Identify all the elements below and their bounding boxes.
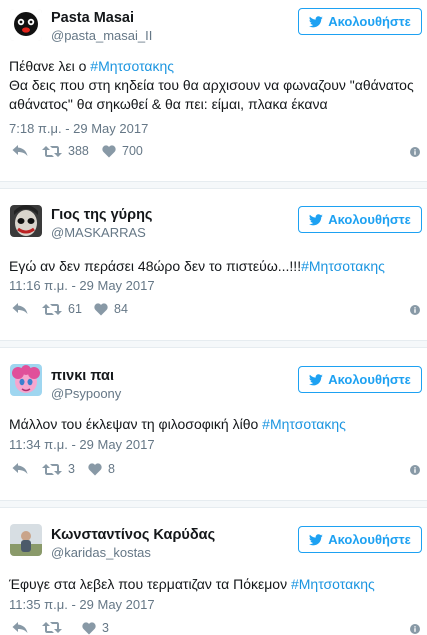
follow-label: Ακολουθήστε xyxy=(328,14,411,29)
author-name[interactable]: Κωνσταντίνος Καρύδας xyxy=(51,527,215,543)
tweet-actions: 388 700 xyxy=(12,144,420,160)
reply-action[interactable] xyxy=(12,462,28,475)
retweet-icon xyxy=(42,303,62,315)
retweet-action[interactable]: 3 xyxy=(42,462,75,476)
tweet-feed: Pasta Masai @pasta_masai_II Ακολουθήστε … xyxy=(0,0,427,635)
info-icon xyxy=(410,465,420,475)
more-info[interactable] xyxy=(410,144,420,162)
tweet-separator xyxy=(0,500,427,508)
follow-button[interactable]: Ακολουθήστε xyxy=(298,206,422,233)
retweet-action[interactable]: 61 xyxy=(42,302,82,316)
tweet-text: Πέθανε λει ο #Μητσοτακης Θα δεις που στη… xyxy=(9,57,421,114)
reply-action[interactable] xyxy=(12,621,28,634)
follow-label: Ακολουθήστε xyxy=(328,532,411,547)
hashtag-link[interactable]: #Μητσοτακης xyxy=(90,58,174,74)
reply-icon xyxy=(12,303,28,314)
twitter-bird-icon xyxy=(309,373,323,385)
like-count: 700 xyxy=(122,144,143,158)
heart-icon xyxy=(88,462,102,475)
tweet-text: Έφυγε στα λεβελ που τερματιζαν τα Πόκεμο… xyxy=(9,575,421,594)
tweet-timestamp[interactable]: 11:34 π.μ. - 29 May 2017 xyxy=(9,437,155,452)
tweet-text-part: Πέθανε λει ο xyxy=(9,58,91,74)
like-count: 3 xyxy=(102,621,109,635)
tweet-text-part: Εγώ αν δεν περάσει 48ώρο δεν το πιστεύω.… xyxy=(9,258,302,274)
author-name[interactable]: Pasta Masai xyxy=(51,10,134,26)
follow-button[interactable]: Ακολουθήστε xyxy=(298,8,422,35)
like-count: 8 xyxy=(108,462,115,476)
reply-action[interactable] xyxy=(12,144,28,157)
twitter-bird-icon xyxy=(309,213,323,225)
twitter-bird-icon xyxy=(309,15,323,27)
like-action[interactable]: 700 xyxy=(102,144,143,158)
joker-avatar-icon xyxy=(10,205,42,237)
tweet-text: Εγώ αν δεν περάσει 48ώρο δεν το πιστεύω.… xyxy=(9,257,421,276)
retweet-icon xyxy=(42,145,62,157)
retweet-action[interactable] xyxy=(42,621,68,634)
tweet-separator xyxy=(0,340,427,348)
follow-label: Ακολουθήστε xyxy=(328,212,411,227)
avatar[interactable] xyxy=(10,364,42,396)
author-handle[interactable]: @pasta_masai_II xyxy=(51,28,152,43)
reply-icon xyxy=(12,145,28,156)
tweet-text-part: Έφυγε στα λεβελ που τερματιζαν τα Πόκεμο… xyxy=(9,576,291,592)
tweet-actions: 3 8 xyxy=(12,462,420,478)
pinkie-avatar-icon xyxy=(10,364,42,396)
retweet-icon xyxy=(42,463,62,475)
avatar[interactable] xyxy=(10,524,42,556)
more-info[interactable] xyxy=(410,462,420,480)
tweet-timestamp[interactable]: 7:18 π.μ. - 29 May 2017 xyxy=(9,121,148,136)
twitter-bird-icon xyxy=(309,533,323,545)
tweet-text: Μάλλον του έκλεψαν τη φιλοσοφική λίθο #Μ… xyxy=(9,415,421,434)
info-icon xyxy=(410,624,420,634)
follow-label: Ακολουθήστε xyxy=(328,372,411,387)
author-name[interactable]: πινκι παι xyxy=(51,368,114,384)
tweet-actions: 61 84 xyxy=(12,302,420,318)
tweet-text-part: Θα δεις που στη κηδεία του θα αρχισουν ν… xyxy=(9,77,414,112)
avatar[interactable] xyxy=(10,205,42,237)
more-info[interactable] xyxy=(410,302,420,320)
tweet-timestamp[interactable]: 11:16 π.μ. - 29 May 2017 xyxy=(9,278,155,293)
author-handle[interactable]: @Psypoony xyxy=(51,386,121,401)
hashtag-link[interactable]: #Μητσοτακης xyxy=(301,258,385,274)
retweet-icon xyxy=(42,622,62,633)
tweet-separator xyxy=(0,181,427,189)
hashtag-link[interactable]: #Μητσοτακης xyxy=(262,416,346,432)
heart-icon xyxy=(82,621,96,634)
info-icon xyxy=(410,147,420,157)
follow-button[interactable]: Ακολουθήστε xyxy=(298,526,422,553)
author-handle[interactable]: @MASKARRAS xyxy=(51,225,146,240)
avatar[interactable] xyxy=(10,9,42,41)
reply-icon xyxy=(12,622,28,633)
pasta-avatar-icon xyxy=(10,9,42,41)
follow-button[interactable]: Ακολουθήστε xyxy=(298,366,422,393)
like-count: 84 xyxy=(114,302,128,316)
retweet-count: 3 xyxy=(68,462,75,476)
reply-action[interactable] xyxy=(12,302,28,315)
hashtag-link[interactable]: #Μητσοτακης xyxy=(291,576,375,592)
tweet-text-part: Μάλλον του έκλεψαν τη φιλοσοφική λίθο xyxy=(9,416,263,432)
like-action[interactable]: 8 xyxy=(88,462,115,476)
heart-icon xyxy=(94,302,108,315)
retweet-count: 61 xyxy=(68,302,82,316)
like-action[interactable]: 3 xyxy=(82,621,109,635)
like-action[interactable]: 84 xyxy=(94,302,128,316)
author-handle[interactable]: @karidas_kostas xyxy=(51,545,151,560)
reply-icon xyxy=(12,463,28,474)
heart-icon xyxy=(102,144,116,157)
tweet-timestamp[interactable]: 11:35 π.μ. - 29 May 2017 xyxy=(9,597,155,612)
author-name[interactable]: Γιος της γύρης xyxy=(51,207,152,223)
info-icon xyxy=(410,305,420,315)
retweet-count: 388 xyxy=(68,144,89,158)
tweet-actions: 3 xyxy=(12,621,420,635)
retweet-action[interactable]: 388 xyxy=(42,144,89,158)
photo-avatar-icon xyxy=(10,524,42,556)
more-info[interactable] xyxy=(410,621,420,635)
